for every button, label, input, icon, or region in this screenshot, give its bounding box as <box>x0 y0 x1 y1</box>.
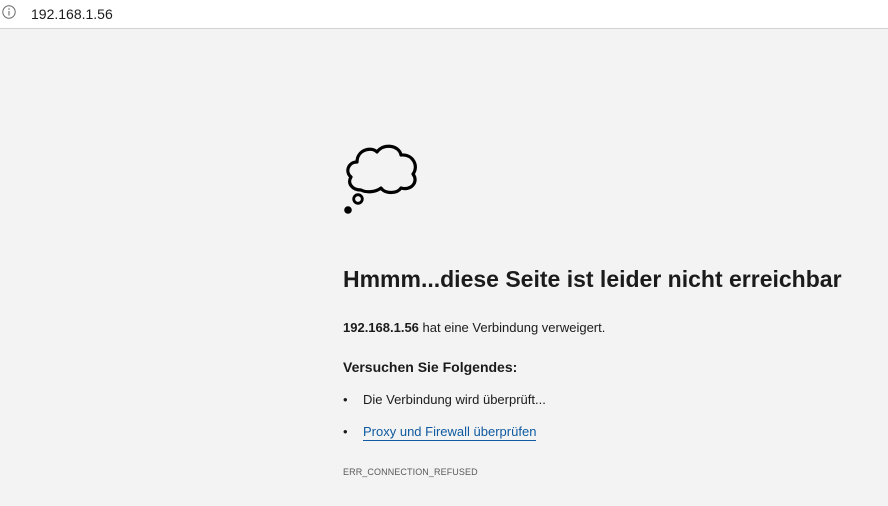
error-content <box>343 140 883 218</box>
thought-bubble-icon <box>344 144 417 214</box>
error-message: 192.168.1.56 hat eine Verbindung verweig… <box>343 319 605 337</box>
proxy-firewall-link[interactable]: Proxy und Firewall überprüfen <box>363 424 537 441</box>
suggestions-list: • Die Verbindung wird überprüft... • Pro… <box>343 391 546 455</box>
error-message-text: hat eine Verbindung verweigert. <box>418 320 606 335</box>
error-title: Hmmm...diese Seite ist leider nicht erre… <box>343 266 842 292</box>
error-host: 192.168.1.56 <box>343 320 419 335</box>
bullet: • <box>343 424 348 439</box>
suggestion-text-check-connection: Die Verbindung wird überprüft... <box>363 392 546 407</box>
url-text[interactable]: 192.168.1.56 <box>31 5 113 23</box>
bullet: • <box>343 392 348 407</box>
info-icon[interactable] <box>2 5 16 19</box>
suggestion-item-proxy-firewall: • Proxy und Firewall überprüfen <box>343 423 546 455</box>
error-code: ERR_CONNECTION_REFUSED <box>343 467 478 477</box>
suggestions-heading: Versuchen Sie Folgendes: <box>343 359 518 375</box>
suggestion-item-check-connection: • Die Verbindung wird überprüft... <box>343 391 546 423</box>
address-bar[interactable]: 192.168.1.56 <box>0 0 888 29</box>
